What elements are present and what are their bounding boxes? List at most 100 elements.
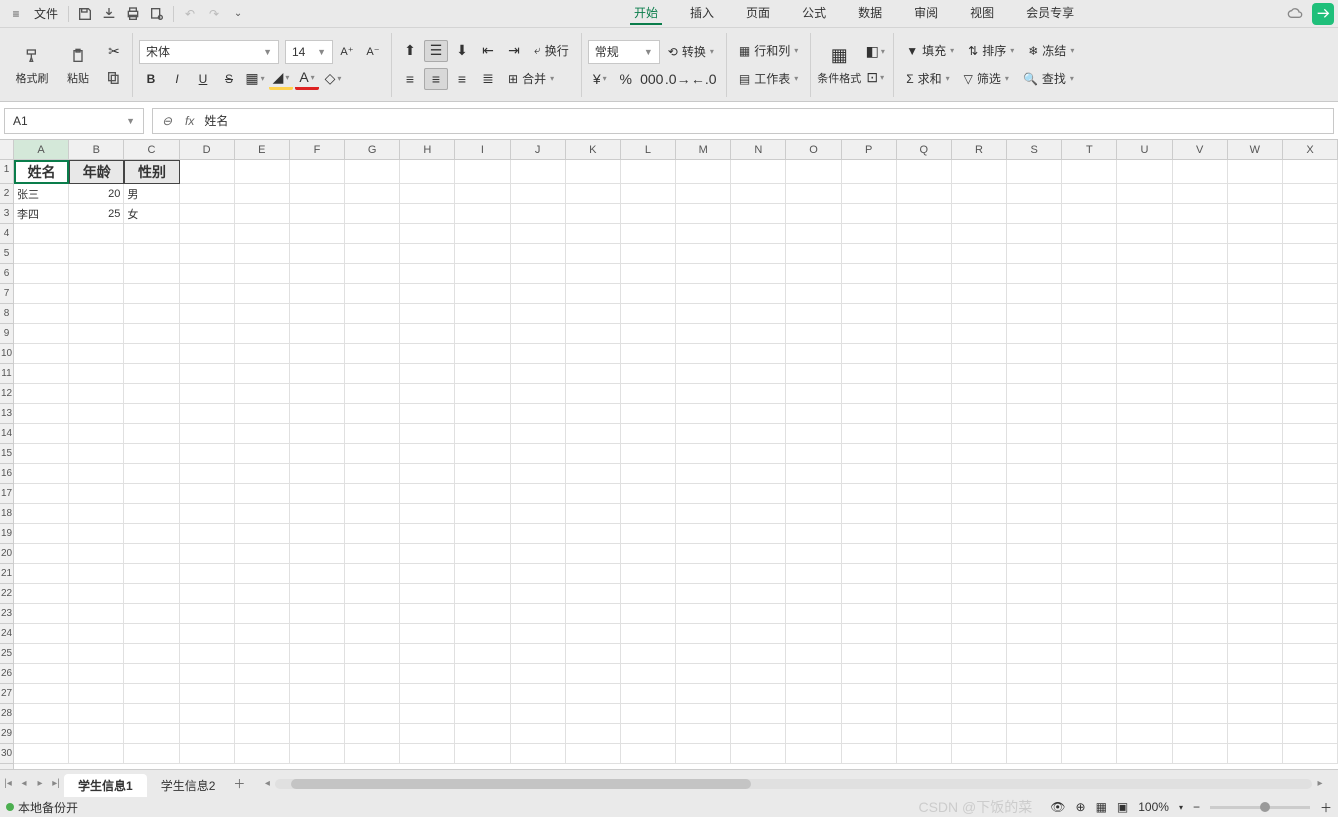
cell[interactable] <box>124 404 179 424</box>
cell[interactable] <box>511 524 566 544</box>
cell[interactable] <box>842 664 897 684</box>
cell[interactable] <box>842 224 897 244</box>
cell[interactable] <box>345 544 400 564</box>
cell[interactable] <box>290 464 345 484</box>
cell[interactable] <box>345 464 400 484</box>
cell[interactable] <box>952 504 1007 524</box>
cell[interactable] <box>235 160 290 184</box>
row-header[interactable]: 17 <box>0 484 13 504</box>
cell[interactable] <box>1007 224 1062 244</box>
cell[interactable] <box>124 544 179 564</box>
cell[interactable] <box>14 604 69 624</box>
cell[interactable] <box>1283 604 1338 624</box>
freeze-button[interactable]: ❄ 冻结▾ <box>1022 39 1080 63</box>
cell[interactable] <box>345 604 400 624</box>
cell[interactable] <box>1062 464 1117 484</box>
cell[interactable] <box>897 724 952 744</box>
cell[interactable] <box>69 584 124 604</box>
cell[interactable] <box>621 564 676 584</box>
cell[interactable] <box>566 544 621 564</box>
cell[interactable] <box>455 724 510 744</box>
cell[interactable] <box>124 284 179 304</box>
cell[interactable] <box>345 684 400 704</box>
cell[interactable] <box>566 324 621 344</box>
cell[interactable] <box>69 404 124 424</box>
cond-format-button[interactable]: ▦条件格式 <box>817 44 861 86</box>
cell[interactable] <box>566 184 621 204</box>
cell[interactable] <box>952 284 1007 304</box>
cell[interactable] <box>566 444 621 464</box>
row-header[interactable]: 16 <box>0 464 13 484</box>
cell[interactable] <box>952 704 1007 724</box>
convert-button[interactable]: ⟲ 转换▾ <box>662 40 720 64</box>
cell[interactable] <box>1228 424 1283 444</box>
cell[interactable] <box>511 484 566 504</box>
cell[interactable] <box>400 324 455 344</box>
cell[interactable] <box>786 404 841 424</box>
cell[interactable] <box>566 160 621 184</box>
cell[interactable] <box>1283 544 1338 564</box>
cell[interactable] <box>621 264 676 284</box>
cell[interactable] <box>1228 604 1283 624</box>
cell[interactable] <box>786 304 841 324</box>
cell[interactable] <box>14 364 69 384</box>
cell[interactable] <box>952 160 1007 184</box>
col-header-L[interactable]: L <box>621 140 676 159</box>
cell[interactable] <box>511 684 566 704</box>
crop-icon[interactable]: ⊡▾ <box>863 67 887 89</box>
cell[interactable] <box>1228 484 1283 504</box>
cell[interactable] <box>621 544 676 564</box>
cell[interactable] <box>952 384 1007 404</box>
row-header[interactable]: 4 <box>0 224 13 244</box>
undo-icon[interactable]: ↶ <box>180 4 200 24</box>
cell[interactable] <box>235 324 290 344</box>
cell[interactable] <box>952 484 1007 504</box>
col-header-M[interactable]: M <box>676 140 731 159</box>
cell[interactable] <box>235 564 290 584</box>
cell[interactable] <box>69 664 124 684</box>
cell[interactable] <box>345 184 400 204</box>
cell[interactable] <box>400 404 455 424</box>
cell[interactable] <box>842 644 897 664</box>
cell[interactable] <box>1007 384 1062 404</box>
cell[interactable] <box>180 564 235 584</box>
cell[interactable] <box>897 584 952 604</box>
cell[interactable] <box>952 664 1007 684</box>
cell[interactable] <box>235 684 290 704</box>
cell[interactable] <box>1283 244 1338 264</box>
cell[interactable] <box>14 264 69 284</box>
cell[interactable] <box>290 744 345 764</box>
cell[interactable] <box>1062 264 1117 284</box>
cell[interactable] <box>676 604 731 624</box>
cell[interactable] <box>124 424 179 444</box>
cell[interactable] <box>1228 184 1283 204</box>
cell[interactable] <box>786 564 841 584</box>
cell[interactable] <box>676 404 731 424</box>
cell[interactable] <box>1173 544 1228 564</box>
cell[interactable] <box>1117 524 1172 544</box>
cell[interactable] <box>290 324 345 344</box>
cell[interactable] <box>180 344 235 364</box>
target-icon[interactable]: ⊕ <box>1076 800 1086 814</box>
cell[interactable] <box>842 444 897 464</box>
cell[interactable] <box>952 444 1007 464</box>
cell[interactable] <box>1228 304 1283 324</box>
sort-button[interactable]: ⇅ 排序▾ <box>962 39 1020 63</box>
cell[interactable] <box>124 224 179 244</box>
cell[interactable] <box>235 204 290 224</box>
cell[interactable] <box>290 244 345 264</box>
cell[interactable] <box>290 424 345 444</box>
align-center-icon[interactable]: ≡ <box>424 68 448 90</box>
cell[interactable] <box>235 224 290 244</box>
row-header[interactable]: 12 <box>0 384 13 404</box>
cell[interactable] <box>14 304 69 324</box>
cell[interactable] <box>1117 604 1172 624</box>
cell[interactable] <box>1007 524 1062 544</box>
cell[interactable] <box>1228 544 1283 564</box>
cell[interactable] <box>676 584 731 604</box>
cell[interactable] <box>621 524 676 544</box>
cell[interactable] <box>566 224 621 244</box>
cell[interactable] <box>1228 384 1283 404</box>
cut-icon[interactable]: ✂ <box>102 41 126 63</box>
col-header-E[interactable]: E <box>235 140 290 159</box>
